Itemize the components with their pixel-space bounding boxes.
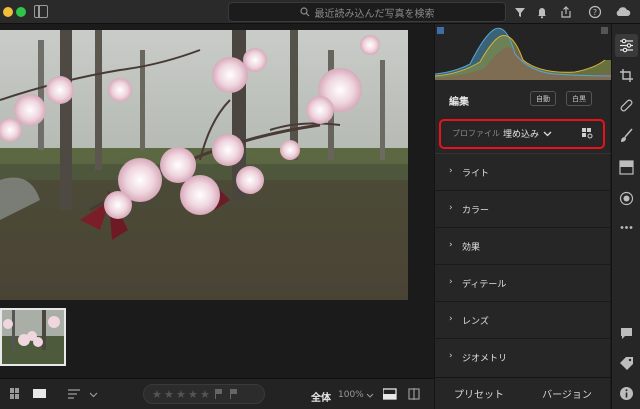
chevron-right-icon: › [449, 351, 453, 361]
rating-star[interactable]: ★ [176, 388, 186, 401]
crop-icon[interactable] [619, 68, 634, 83]
highlight-clipping-icon[interactable] [601, 27, 608, 34]
chevron-right-icon: › [449, 314, 453, 324]
sidebar-toggle-icon[interactable] [34, 5, 48, 18]
tab-presets[interactable]: プリセット [435, 378, 523, 409]
rating-star[interactable]: ★ [200, 388, 210, 401]
radial-gradient-icon[interactable] [619, 191, 634, 206]
svg-text:?: ? [593, 8, 597, 17]
section-label: ジオメトリ [462, 354, 508, 364]
section-label: 効果 [462, 243, 481, 253]
chevron-right-icon: › [449, 203, 453, 213]
section-label: レンズ [462, 317, 489, 327]
section-geometry[interactable]: › ジオメトリ [435, 338, 611, 375]
tag-icon[interactable] [619, 356, 634, 371]
zoom-chevron-down-icon[interactable] [366, 393, 374, 399]
main-photo[interactable] [0, 30, 408, 300]
help-icon[interactable]: ? [588, 5, 602, 19]
section-light[interactable]: › ライト [435, 153, 611, 190]
section-effects[interactable]: › 効果 [435, 227, 611, 264]
more-icon[interactable] [619, 220, 634, 235]
cloud-sync-icon[interactable] [614, 5, 632, 19]
edit-sections: › ライト › カラー › 効果 › ディテール › レンズ › ジオメトリ [435, 153, 611, 375]
reject-flag-icon[interactable] [230, 389, 239, 399]
sort-icon[interactable] [68, 388, 84, 400]
section-color[interactable]: › カラー [435, 190, 611, 227]
rating-flag-group: ★ ★ ★ ★ ★ [143, 384, 265, 404]
histogram [435, 24, 611, 80]
profile-selector[interactable]: プロファイル 埋め込み [439, 119, 605, 149]
zoom-window-button[interactable] [16, 7, 26, 17]
section-label: ディテール [462, 280, 507, 290]
before-after-icon[interactable] [383, 388, 397, 400]
search-input[interactable]: 最近読み込んだ写真を検索 [228, 2, 506, 22]
grid-view-icon[interactable] [10, 388, 24, 400]
notification-bell-icon[interactable] [535, 5, 549, 19]
compare-split-icon[interactable] [408, 388, 420, 400]
comment-icon[interactable] [619, 326, 634, 341]
edit-panel-title: 編集 [449, 97, 469, 108]
minimize-window-button[interactable] [3, 7, 13, 17]
pick-flag-icon[interactable] [215, 389, 224, 399]
filmstrip-thumbnail[interactable] [0, 308, 66, 366]
search-icon [299, 7, 309, 17]
linear-gradient-icon[interactable] [619, 160, 634, 175]
zoom-fit-button[interactable]: 全体 [311, 389, 331, 404]
top-bar: 最近読み込んだ写真を検索 ? [0, 0, 640, 24]
single-view-icon[interactable] [33, 388, 47, 400]
section-label: ライト [462, 169, 490, 179]
chevron-right-icon: › [449, 240, 453, 250]
info-icon[interactable] [619, 386, 634, 401]
chevron-right-icon: › [449, 166, 453, 176]
section-optics[interactable]: › レンズ [435, 301, 611, 338]
search-placeholder: 最近読み込んだ写真を検索 [314, 8, 435, 20]
black-white-button[interactable]: 白黒 [566, 91, 592, 106]
zoom-level-label[interactable]: 100% [338, 390, 364, 400]
chevron-right-icon: › [449, 277, 453, 287]
profile-label: プロファイル [452, 129, 500, 138]
profile-value[interactable]: 埋め込み [503, 127, 539, 140]
sliders-icon[interactable] [619, 38, 634, 53]
app-window: 最近読み込んだ写真を検索 ? ★ ★ ★ ★ ★ 全体 100% 編集 自動 白… [0, 0, 640, 409]
right-toolbar [611, 24, 640, 409]
panel-tabs: プリセット バージョン [435, 377, 611, 409]
share-icon[interactable] [559, 5, 573, 19]
profile-browser-icon[interactable] [582, 128, 593, 139]
section-detail[interactable]: › ディテール [435, 264, 611, 301]
healing-icon[interactable] [619, 98, 634, 113]
auto-button[interactable]: 自動 [530, 91, 556, 106]
tab-versions[interactable]: バージョン [523, 378, 611, 409]
rating-star[interactable]: ★ [164, 388, 174, 401]
rating-star[interactable]: ★ [188, 388, 198, 401]
rating-star[interactable]: ★ [152, 388, 162, 401]
edit-panel: 編集 自動 白黒 プロファイル 埋め込み › ライト › カラー › 効果 › [434, 24, 611, 409]
sort-chevron-down-icon[interactable] [89, 392, 98, 398]
shadow-clipping-icon[interactable] [437, 27, 444, 34]
profile-chevron-down-icon[interactable] [543, 131, 552, 137]
filter-icon[interactable] [513, 5, 527, 19]
brush-icon[interactable] [619, 128, 634, 143]
section-label: カラー [462, 206, 490, 216]
